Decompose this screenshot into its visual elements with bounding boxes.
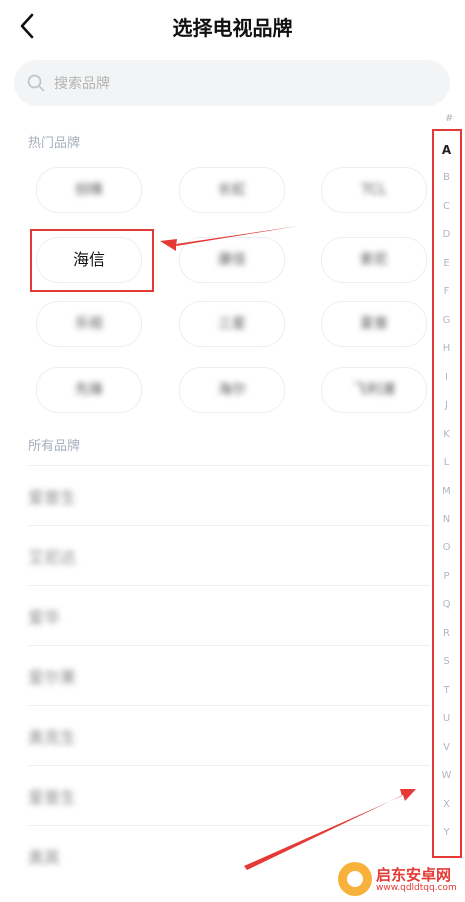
highlight-box-hisense — [30, 229, 154, 292]
hot-brand-item[interactable]: 海尔 — [179, 367, 285, 413]
list-item[interactable]: 爱普生 — [28, 465, 430, 526]
alpha-letter[interactable]: M — [434, 486, 459, 497]
alpha-letter[interactable]: O — [434, 542, 459, 553]
alpha-letter[interactable]: U — [434, 713, 459, 724]
alpha-letter[interactable]: I — [434, 372, 459, 383]
alpha-letter[interactable]: N — [434, 514, 459, 525]
watermark-title: 启东安卓网 — [376, 866, 452, 884]
hot-brand-item[interactable]: 飞利浦 — [321, 367, 427, 413]
list-item[interactable]: 爱普生 — [28, 765, 430, 826]
watermark: 启东安卓网 www.qdldtqq.com — [334, 860, 464, 900]
hot-brand-item[interactable]: 长虹 — [179, 167, 285, 213]
page-title: 选择电视品牌 — [172, 16, 293, 40]
alpha-letter[interactable]: V — [434, 742, 459, 753]
list-item[interactable]: 爱尔果 — [28, 645, 430, 706]
alpha-letter[interactable]: Q — [434, 599, 459, 610]
watermark-url: www.qdldtqq.com — [376, 883, 457, 893]
alpha-letter[interactable]: S — [434, 656, 459, 667]
alpha-index-bar[interactable]: A B C D E F G H I J K L M N O P Q R S T … — [432, 129, 462, 858]
hot-brands-label: 热门品牌 — [28, 136, 81, 151]
alpha-letter[interactable]: W — [434, 770, 459, 781]
search-bar[interactable] — [14, 60, 450, 108]
alpha-letter[interactable]: L — [434, 457, 459, 468]
alpha-letter[interactable]: A — [434, 143, 459, 157]
alpha-letter[interactable]: C — [434, 201, 459, 212]
all-brands-label: 所有品牌 — [28, 439, 81, 454]
hot-brand-item[interactable]: TCL — [321, 167, 427, 213]
alpha-index-hash[interactable]: # — [445, 113, 453, 124]
hot-brand-item[interactable]: 夏普 — [321, 301, 427, 347]
alpha-letter[interactable]: G — [434, 315, 459, 326]
search-input[interactable] — [52, 60, 436, 108]
alpha-letter[interactable]: K — [434, 429, 459, 440]
watermark-logo-icon — [338, 862, 372, 896]
hot-brand-item[interactable]: 创维 — [36, 167, 142, 213]
hot-brand-item[interactable]: 先锋 — [36, 367, 142, 413]
list-item[interactable]: 艾尼达 — [28, 525, 430, 586]
alpha-letter[interactable]: D — [434, 229, 459, 240]
header-bar: 选择电视品牌 — [0, 0, 465, 52]
alpha-letter[interactable]: Y — [434, 827, 459, 838]
alpha-letter[interactable]: H — [434, 343, 459, 354]
alpha-letter[interactable]: E — [434, 258, 459, 269]
alpha-letter[interactable]: R — [434, 628, 459, 639]
alpha-letter[interactable]: X — [434, 799, 459, 810]
list-item[interactable]: 爱华 — [28, 585, 430, 646]
alpha-letter[interactable]: J — [434, 400, 459, 411]
alpha-letter[interactable]: P — [434, 571, 459, 582]
alpha-letter[interactable]: B — [434, 172, 459, 183]
search-icon — [27, 74, 45, 92]
list-item[interactable]: 奥克生 — [28, 705, 430, 766]
alpha-letter[interactable]: T — [434, 685, 459, 696]
alpha-letter[interactable]: F — [434, 286, 459, 297]
hot-brand-item[interactable]: 乐视 — [36, 301, 142, 347]
hot-brand-item[interactable]: 索尼 — [321, 237, 427, 283]
hot-brand-item[interactable]: 三星 — [179, 301, 285, 347]
hot-brand-item[interactable]: 康佳 — [179, 237, 285, 283]
